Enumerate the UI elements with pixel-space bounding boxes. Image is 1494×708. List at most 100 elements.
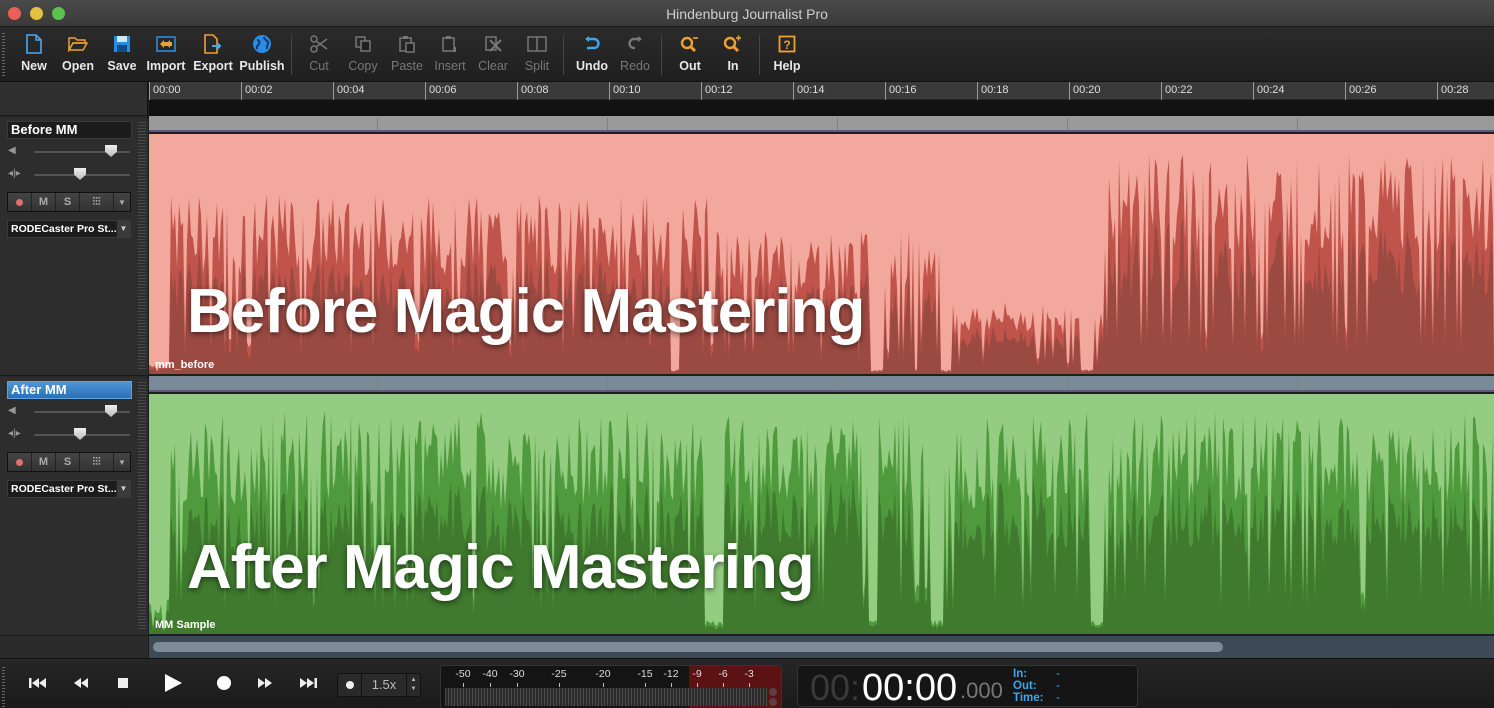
fast-forward-icon [258, 678, 272, 688]
track-menu-button[interactable]: ▼ [114, 193, 130, 211]
horizontal-scrollbar[interactable] [149, 636, 1494, 658]
clear-button[interactable]: Clear [475, 33, 511, 77]
undo-button[interactable]: Undo [574, 33, 610, 77]
mixer-button[interactable]: ⫶⫶⫶ [80, 193, 114, 211]
meter-bars [445, 688, 767, 706]
speed-stepper[interactable]: ▲ ▼ [406, 674, 420, 696]
clip-indicator-left[interactable] [769, 688, 777, 696]
scissors-icon [308, 33, 330, 55]
paste-button[interactable]: Paste [388, 33, 426, 77]
import-icon [155, 33, 177, 55]
clip-header-bar[interactable] [149, 376, 1494, 392]
record-button[interactable] [213, 673, 235, 693]
mute-button[interactable]: M [32, 193, 56, 211]
toolbar-separator [661, 35, 662, 75]
new-button[interactable]: New [18, 33, 50, 77]
meter-tick [517, 683, 518, 687]
chevron-down-icon: ▼ [118, 197, 126, 207]
mixer-button[interactable]: ⫶⫶⫶ [80, 453, 114, 471]
publish-button[interactable]: Publish [239, 33, 285, 77]
pan-slider-thumb[interactable] [74, 428, 86, 440]
volume-slider-thumb[interactable] [105, 405, 117, 417]
copy-button[interactable]: Copy [345, 33, 381, 77]
fast-forward-button[interactable] [255, 673, 275, 693]
playback-speed-control: 1.5x ▲ ▼ [337, 673, 421, 697]
overlay-caption: Before Magic Mastering [187, 277, 865, 346]
volume-slider[interactable]: ◀ [8, 405, 130, 419]
meter-tick [671, 683, 672, 687]
input-device-select[interactable]: RODECaster Pro St... ▼ [7, 480, 131, 498]
clip-waveform-after[interactable]: After Magic Mastering MM Sample [149, 394, 1494, 634]
track-resize-grip[interactable] [138, 382, 146, 631]
import-button[interactable]: Import [146, 33, 186, 77]
skip-to-start-icon [29, 678, 46, 688]
chevron-up-icon[interactable]: ▲ [411, 676, 417, 685]
ruler-tick: 00:18 [977, 82, 1009, 100]
help-button[interactable]: ? Help [770, 33, 804, 77]
in-label: In: [1013, 668, 1028, 680]
open-button[interactable]: Open [60, 33, 96, 77]
meter-tick [749, 683, 750, 687]
clip-name: mm_before [155, 359, 215, 371]
record-icon [16, 458, 23, 466]
dot-icon [345, 681, 354, 689]
go-to-start-button[interactable] [28, 673, 48, 693]
timeline-ruler[interactable]: 00:00 00:02 00:04 00:06 00:08 00:10 00:12 00:14… [149, 82, 1494, 100]
stop-button[interactable] [113, 673, 133, 693]
ruler-tick: 00:16 [885, 82, 917, 100]
export-button[interactable]: Export [192, 33, 234, 77]
toolbar-separator [563, 35, 564, 75]
pan-slider-thumb[interactable] [74, 168, 86, 180]
paste-icon [396, 33, 418, 55]
solo-button[interactable]: S [56, 193, 80, 211]
volume-slider[interactable]: ◀ [8, 145, 130, 159]
cut-button[interactable]: Cut [303, 33, 335, 77]
pan-slider[interactable]: ◂|▸ [8, 428, 130, 442]
track-headers-panel: Before MM ◀ ◂|▸ M S ⫶⫶⫶ ▼ RODECaster Pro… [0, 82, 148, 636]
clip-indicator-right[interactable] [769, 698, 777, 706]
track-resize-grip[interactable] [138, 122, 146, 371]
mute-button[interactable]: M [32, 453, 56, 471]
record-arm-button[interactable] [8, 453, 32, 471]
meter-scale-label: -12 [663, 668, 679, 680]
solo-button[interactable]: S [56, 453, 80, 471]
pan-slider[interactable]: ◂|▸ [8, 168, 130, 182]
transport-bar: 1.5x ▲ ▼ -50 -40 -30 -25 -20 -15 -12 -9 -6 -3 00:… [0, 658, 1494, 708]
scrollbar-thumb[interactable] [153, 642, 1223, 652]
track-name-field[interactable]: After MM [7, 381, 132, 399]
split-button[interactable]: Split [520, 33, 554, 77]
ruler-tick: 00:00 [149, 82, 181, 100]
floppy-disk-icon [111, 33, 133, 55]
export-icon [202, 33, 224, 55]
toolbar-separator [759, 35, 760, 75]
clip-waveform-before[interactable]: Before Magic Mastering mm_before [149, 134, 1494, 374]
timeline-marker-lane[interactable] [149, 100, 1494, 116]
insert-button[interactable]: Insert [431, 33, 469, 77]
folder-open-icon [67, 33, 89, 55]
toolbar-grip[interactable] [2, 33, 5, 77]
meter-tick [463, 683, 464, 687]
zoom-out-button[interactable]: Out [675, 33, 705, 77]
ruler-tick: 00:06 [425, 82, 457, 100]
record-arm-button[interactable] [8, 193, 32, 211]
redo-button[interactable]: Redo [617, 33, 653, 77]
zoom-in-button[interactable]: In [718, 33, 748, 77]
save-button[interactable]: Save [105, 33, 139, 77]
speed-toggle-button[interactable] [338, 674, 362, 696]
level-meter: -50 -40 -30 -25 -20 -15 -12 -9 -6 -3 [440, 665, 782, 708]
track-menu-button[interactable]: ▼ [114, 453, 130, 471]
chevron-down-icon[interactable]: ▼ [411, 685, 417, 694]
volume-slider-thumb[interactable] [105, 145, 117, 157]
speed-value[interactable]: 1.5x [362, 674, 406, 696]
ruler-tick: 00:02 [241, 82, 273, 100]
go-to-end-button[interactable] [297, 673, 319, 693]
rewind-button[interactable] [71, 673, 91, 693]
ruler-tick: 00:08 [517, 82, 549, 100]
clip-header-bar[interactable] [149, 116, 1494, 132]
meter-tick [559, 683, 560, 687]
input-device-select[interactable]: RODECaster Pro St... ▼ [7, 220, 131, 238]
transport-grip[interactable] [2, 667, 5, 707]
play-button[interactable] [160, 673, 186, 693]
undo-icon [581, 33, 603, 55]
track-name-field[interactable]: Before MM [7, 121, 132, 139]
